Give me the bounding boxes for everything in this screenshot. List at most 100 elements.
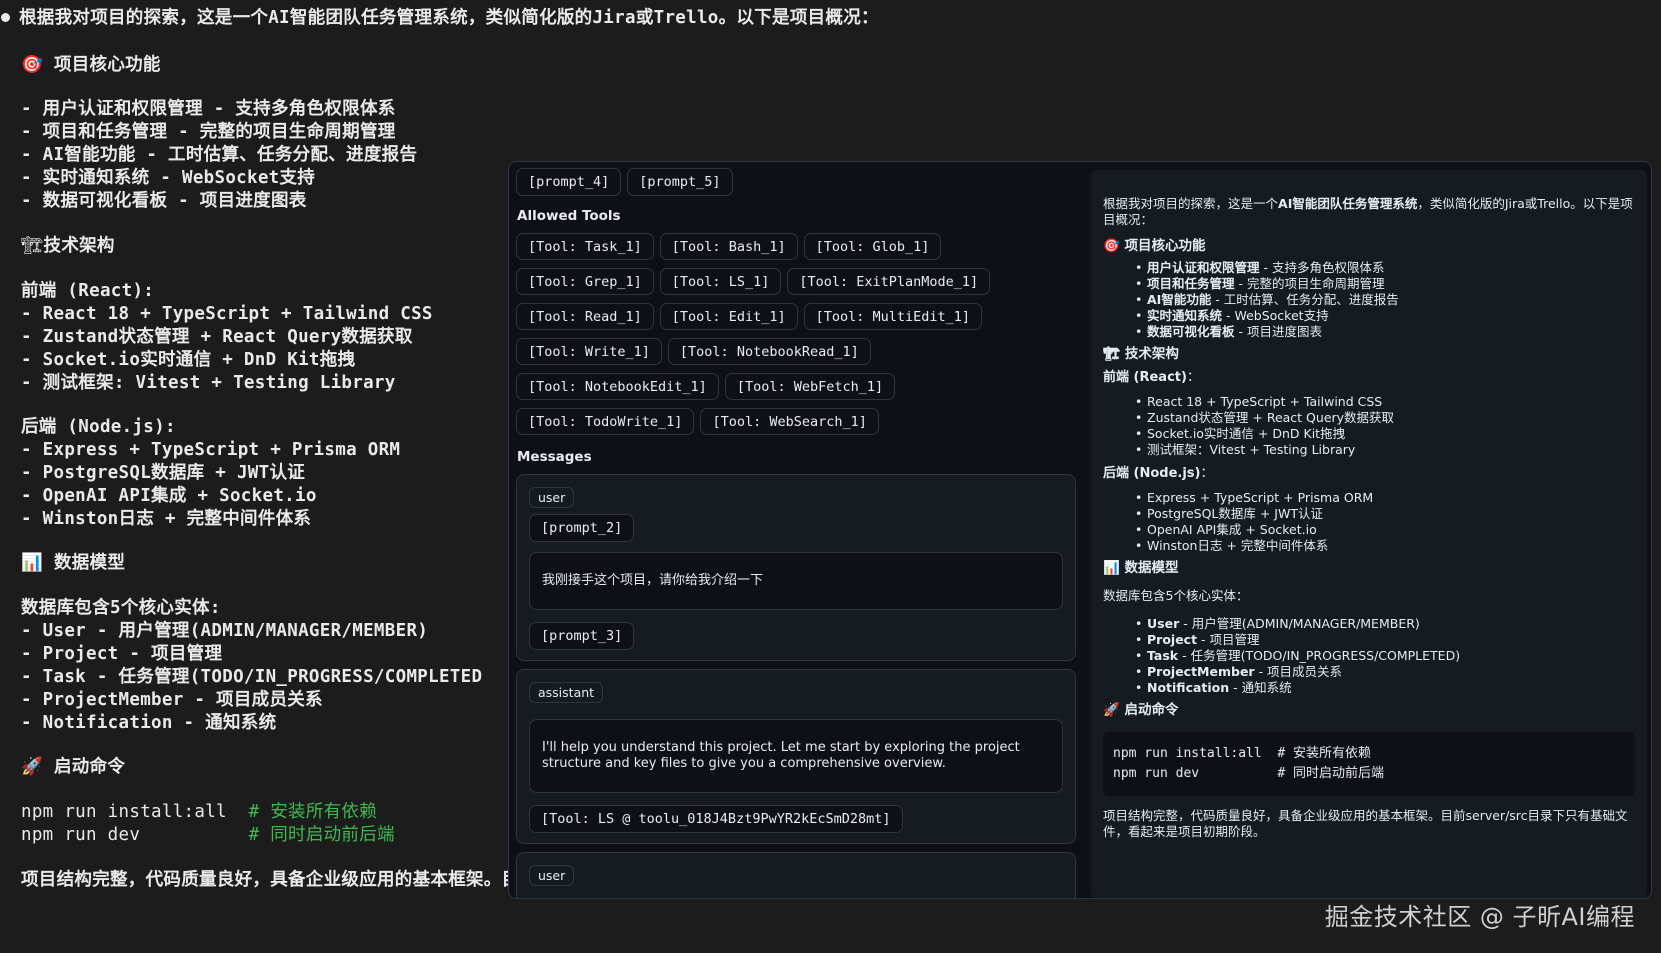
messages-heading: Messages [517,449,592,465]
terminal-entity-line: - Notification - 通知系统 [21,713,277,733]
allowed-tools-heading: Allowed Tools [517,208,621,224]
request-panel[interactable]: [prompt_4] [prompt_5] Allowed Tools [Too… [509,162,1083,898]
terminal-entity-line: - Task - 任务管理(TODO/IN_PROGRESS/COMPLETED [21,667,483,687]
terminal-feature-line: - AI智能功能 - 工时估算、任务分配、进度报告 [21,145,418,165]
list-item: Project - 项目管理 [1135,632,1635,648]
terminal-heading-data-model: 📊 数据模型 [21,553,126,573]
target-icon: 🎯 [21,55,44,75]
rocket-icon: 🚀 [21,757,44,777]
terminal-feature-line: - 数据可视化看板 - 项目进度图表 [21,191,307,211]
terminal-frontend-line: - 测试框架: Vitest + Testing Library [21,373,396,393]
prompt-chip[interactable]: [prompt_4] [516,168,622,196]
tool-chip[interactable]: [Tool: TodoWrite_1] [516,408,695,435]
preview-heading-features: 🎯 项目核心功能 [1103,238,1206,254]
terminal-data-intro: 数据库包含5个核心实体: [21,598,221,618]
response-preview-panel[interactable]: 根据我对项目的探索，这是一个AI智能团队任务管理系统，类似简化版的Jira或Tr… [1091,170,1647,898]
terminal-entity-line: - ProjectMember - 项目成员关系 [21,690,323,710]
preview-feature-list: 用户认证和权限管理 - 支持多角色权限体系 项目和任务管理 - 完整的项目生命周… [1103,260,1635,340]
watermark: 掘金技术社区 @ 子昕AI编程 [1324,903,1635,931]
list-item: Socket.io实时通信 + DnD Kit拖拽 [1135,426,1635,442]
list-item: PostgreSQL数据库 + JWT认证 [1135,506,1635,522]
allowed-tools-list: [Tool: Task_1] [Tool: Bash_1] [Tool: Glo… [516,233,1016,435]
terminal-heading-start: 🚀 启动命令 [21,757,126,777]
prompt-chip[interactable]: [prompt_3] [529,622,635,650]
tool-chip[interactable]: [Tool: Read_1] [516,303,654,330]
terminal-intro-text: 根据我对项目的探索，这是一个AI智能团队任务管理系统，类似简化版的Jira或Tr… [19,8,879,28]
terminal-frontend-line: - Zustand状态管理 + React Query数据获取 [21,327,413,347]
preview-conclusion: 项目结构完整，代码质量良好，具备企业级应用的基本框架。目前server/src目… [1103,808,1628,839]
list-item: Zustand状态管理 + React Query数据获取 [1135,410,1635,426]
prompt-chip-row: [prompt_4] [prompt_5] [516,168,1076,196]
message-text: I'll help you understand this project. L… [529,719,1063,793]
tool-chip[interactable]: [Tool: MultiEdit_1] [803,303,983,330]
list-item: Winston日志 + 完整中间件体系 [1135,538,1635,554]
tool-chip[interactable]: [Tool: ExitPlanMode_1] [787,268,991,295]
terminal-backend-line: - Express + TypeScript + Prisma ORM [21,440,401,460]
list-item: React 18 + TypeScript + Tailwind CSS [1135,394,1635,410]
tool-chip[interactable]: [Tool: Glob_1] [803,233,942,260]
terminal-frontend-line: - React 18 + TypeScript + Tailwind CSS [21,304,433,324]
preview-heading-data-model: 📊 数据模型 [1103,560,1179,576]
preview-frontend-title: 前端 (React)： [1103,370,1200,385]
tool-chip[interactable]: [Tool: WebSearch_1] [700,408,879,435]
terminal-entity-line: - Project - 项目管理 [21,644,223,664]
tool-chip[interactable]: [Tool: Edit_1] [659,303,798,330]
message-card: user [516,852,1076,898]
terminal-heading-architecture: 🏗技术架构 [21,236,115,256]
prompt-chip[interactable]: [prompt_5] [627,168,733,196]
list-item: Express + TypeScript + Prisma ORM [1135,490,1635,506]
list-item: 实时通知系统 - WebSocket支持 [1135,308,1635,324]
prompt-chip[interactable]: [prompt_2] [529,514,635,542]
terminal-backend-title: 后端 (Node.js): [21,417,176,437]
list-item: 测试框架：Vitest + Testing Library [1135,442,1635,458]
tool-chip[interactable]: [Tool: Grep_1] [516,268,654,295]
terminal-backend-line: - PostgreSQL数据库 + JWT认证 [21,463,306,483]
preview-frontend-list: React 18 + TypeScript + Tailwind CSS Zus… [1103,394,1635,458]
terminal-heading-features: 🎯 项目核心功能 [21,55,161,75]
terminal-feature-line: - 用户认证和权限管理 - 支持多角色权限体系 [21,99,396,119]
terminal-entity-line: - User - 用户管理(ADMIN/MANAGER/MEMBER) [21,621,429,641]
preview-heading-architecture: 🏗 技术架构 [1103,346,1179,362]
bar-chart-icon: 📊 [21,553,44,573]
role-badge: user [529,487,575,508]
list-item: AI智能功能 - 工时估算、任务分配、进度报告 [1135,292,1635,308]
trace-viewer-window: [prompt_4] [prompt_5] Allowed Tools [Too… [508,161,1652,899]
bullet-dot-icon [1,13,10,22]
terminal-feature-line: - 项目和任务管理 - 完整的项目生命周期管理 [21,122,396,142]
message-card: assistant I'll help you understand this … [516,669,1076,844]
construction-icon: 🏗 [21,236,44,256]
message-card: user [prompt_2] 我刚接手这个项目，请你给我介绍一下 [promp… [516,474,1076,661]
message-text: 我刚接手这个项目，请你给我介绍一下 [529,552,1063,610]
list-item: Task - 任务管理(TODO/IN_PROGRESS/COMPLETED) [1135,648,1635,664]
preview-entity-list: User - 用户管理(ADMIN/MANAGER/MEMBER) Projec… [1103,616,1635,696]
terminal-backend-line: - Winston日志 + 完整中间件体系 [21,509,312,529]
tool-chip[interactable]: [Tool: Write_1] [516,338,662,365]
tool-chip[interactable]: [Tool: LS_1] [659,268,782,295]
preview-heading-start: 🚀 启动命令 [1103,702,1179,718]
terminal-command-line: npm run dev # 同时启动前后端 [21,825,395,845]
list-item: OpenAI API集成 + Socket.io [1135,522,1635,538]
list-item: 项目和任务管理 - 完整的项目生命周期管理 [1135,276,1635,292]
tool-chip[interactable]: [Tool: Task_1] [516,233,654,260]
list-item: 数据可视化看板 - 项目进度图表 [1135,324,1635,340]
tool-call-chip[interactable]: [Tool: LS @ toolu_018J4Bzt9PwYR2kEcSmD28… [529,805,903,833]
list-item: ProjectMember - 项目成员关系 [1135,664,1635,680]
tool-chip[interactable]: [Tool: NotebookRead_1] [667,338,871,365]
terminal-frontend-line: - Socket.io实时通信 + DnD Kit拖拽 [21,350,356,370]
list-item: 用户认证和权限管理 - 支持多角色权限体系 [1135,260,1635,276]
role-badge: assistant [529,682,604,703]
role-badge: user [529,865,575,886]
list-item: Notification - 通知系统 [1135,680,1635,696]
tool-chip[interactable]: [Tool: WebFetch_1] [724,373,896,400]
tool-chip[interactable]: [Tool: Bash_1] [659,233,798,260]
terminal-intro-line: 根据我对项目的探索，这是一个AI智能团队任务管理系统，类似简化版的Jira或Tr… [0,6,879,30]
preview-data-intro: 数据库包含5个核心实体： [1103,588,1249,603]
list-item: User - 用户管理(ADMIN/MANAGER/MEMBER) [1135,616,1635,632]
preview-backend-list: Express + TypeScript + Prisma ORM Postgr… [1103,490,1635,554]
preview-code-block: npm run install:all # 安装所有依赖 npm run dev … [1103,732,1635,796]
preview-backend-title: 后端 (Node.js)： [1103,466,1214,481]
tool-chip[interactable]: [Tool: NotebookEdit_1] [516,373,719,400]
terminal-frontend-title: 前端 (React): [21,281,155,301]
terminal-command-line: npm run install:all # 安装所有依赖 [21,802,378,822]
preview-intro: 根据我对项目的探索，这是一个AI智能团队任务管理系统，类似简化版的Jira或Tr… [1103,196,1633,227]
